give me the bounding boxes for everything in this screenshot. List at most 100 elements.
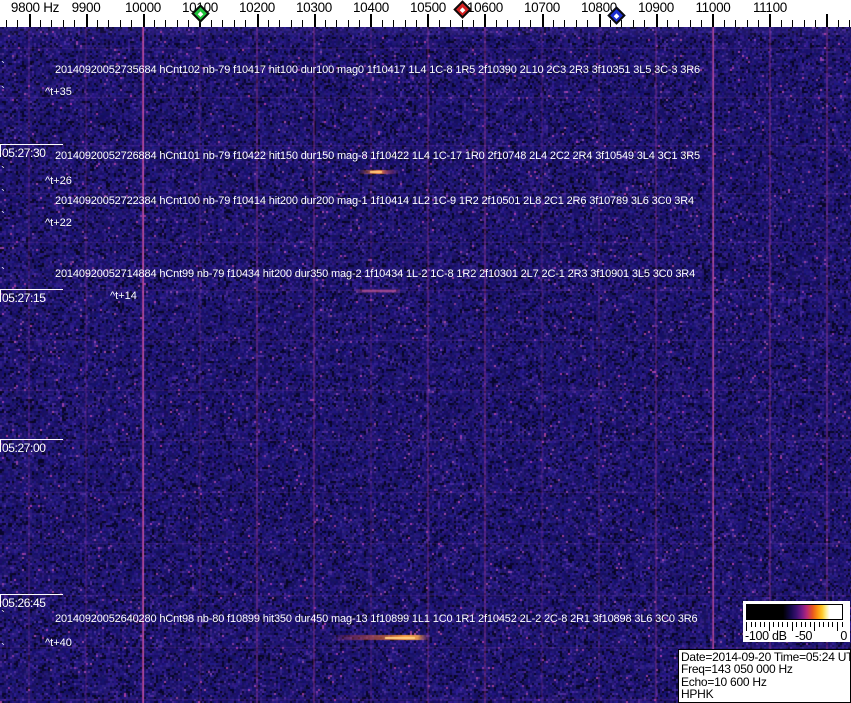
edge-tick-mark: `	[1, 209, 5, 223]
event-annotation: 20140920052640280 hCnt98 nb-80 f10899 hi…	[55, 613, 698, 625]
colorbar-gradient	[746, 604, 843, 620]
ruler-label: 9900	[71, 0, 101, 15]
ruler-tick	[314, 14, 316, 27]
ruler-label: 10500	[409, 0, 447, 15]
colorbar-tick	[819, 622, 820, 627]
colorbar-tick	[796, 622, 797, 627]
ruler-label: 10000	[124, 0, 162, 15]
colorbar-tick	[773, 622, 774, 627]
ruler-tick	[564, 20, 565, 27]
time-tick-edge	[0, 594, 1, 607]
ruler-tick	[348, 20, 349, 27]
edge-tick-mark: `	[1, 187, 5, 201]
colorbar-tick	[787, 622, 788, 627]
ruler-tick	[51, 20, 52, 27]
ruler-tick	[382, 20, 383, 27]
event-annotation: 20140920052726884 hCnt101 nb-79 f10422 h…	[55, 150, 700, 162]
frequency-ruler: 9800 Hz990010000101001020010300104001050…	[0, 0, 851, 27]
edge-tick-mark: `	[1, 608, 5, 622]
ruler-tick	[143, 14, 145, 27]
colorbar-tick	[778, 622, 779, 627]
time-tick-line	[0, 289, 63, 290]
ruler-tick	[496, 20, 497, 27]
ruler-tick	[302, 20, 303, 27]
colorbar-label-mid: -50	[795, 629, 813, 643]
time-label: 05:27:00	[2, 441, 46, 455]
time-tick-edge	[0, 289, 1, 302]
ruler-tick	[735, 20, 736, 27]
edge-tick-mark: `	[1, 265, 5, 279]
ruler-label: 10600	[466, 0, 504, 15]
time-label: 05:27:15	[2, 291, 46, 305]
ruler-tick	[120, 20, 121, 27]
ruler-tick	[712, 14, 714, 27]
ruler-tick	[530, 20, 531, 27]
colorbar-tick	[828, 622, 829, 627]
ruler-tick	[678, 20, 679, 27]
colorbar-tick	[782, 622, 783, 627]
edge-tick-mark: `	[1, 84, 5, 98]
ruler-tick	[74, 20, 75, 27]
ruler-tick	[370, 14, 372, 27]
ruler-tick	[576, 20, 577, 27]
ruler-tick	[279, 20, 280, 27]
ruler-tick	[610, 20, 611, 27]
ruler-tick	[234, 20, 235, 27]
event-annotation: 20140920052722384 hCnt100 nb-79 f10414 h…	[55, 195, 695, 207]
ruler-tick	[804, 20, 805, 27]
ruler-tick	[473, 20, 474, 27]
colorbar-tick	[760, 622, 761, 627]
colorbar-tick	[810, 622, 811, 627]
ruler-tick	[86, 14, 88, 27]
ruler-tick	[667, 20, 668, 27]
event-time-offset: ^t+40	[45, 637, 72, 649]
event-time-offset: ^t+26	[45, 175, 72, 187]
ruler-tick	[245, 20, 246, 27]
colorbar-tick	[755, 622, 756, 627]
time-label: 05:26:45	[2, 596, 46, 610]
ruler-tick	[621, 20, 622, 27]
colorbar-tick	[823, 622, 824, 627]
ruler-tick	[154, 20, 155, 27]
time-tick-edge	[0, 144, 1, 157]
ruler-tick	[542, 14, 544, 27]
ruler-tick	[815, 20, 816, 27]
db-color-scale: -100 dB -50 0	[743, 601, 850, 643]
ruler-tick	[257, 14, 259, 27]
time-tick-line	[0, 594, 63, 595]
ruler-tick	[484, 14, 486, 27]
ruler-label: 10300	[295, 0, 333, 15]
ruler-tick	[222, 20, 223, 27]
ruler-tick	[769, 14, 771, 27]
ruler-tick	[17, 20, 18, 27]
colorbar-label-max: 0	[840, 629, 847, 643]
ruler-label: 10700	[523, 0, 561, 15]
time-tick-edge	[0, 439, 1, 452]
ruler-tick	[6, 20, 7, 27]
ruler-tick	[553, 20, 554, 27]
colorbar-label-min: -100 dB	[745, 629, 787, 643]
ruler-tick	[849, 20, 850, 27]
event-time-offset: ^t+35	[45, 86, 72, 98]
ruler-tick	[40, 20, 41, 27]
ruler-tick	[188, 20, 189, 27]
ruler-tick	[599, 14, 601, 27]
ruler-tick	[359, 20, 360, 27]
ruler-tick	[63, 20, 64, 27]
marker-center-dot	[197, 10, 203, 16]
ruler-tick	[29, 14, 31, 27]
ruler-tick	[405, 20, 406, 27]
colorbar-tick	[805, 622, 806, 627]
event-time-offset: ^t+14	[110, 290, 137, 302]
ruler-label: 9800 Hz	[10, 0, 60, 15]
ruler-label: 11000	[695, 0, 731, 15]
ruler-tick	[268, 20, 269, 27]
ruler-tick	[826, 14, 828, 27]
ruler-tick	[519, 20, 520, 27]
event-time-offset: ^t+22	[45, 217, 72, 229]
ruler-tick	[211, 20, 212, 27]
marker-center-dot	[613, 12, 619, 18]
ruler-tick	[690, 20, 691, 27]
ruler-tick	[291, 20, 292, 27]
ruler-tick	[507, 20, 508, 27]
